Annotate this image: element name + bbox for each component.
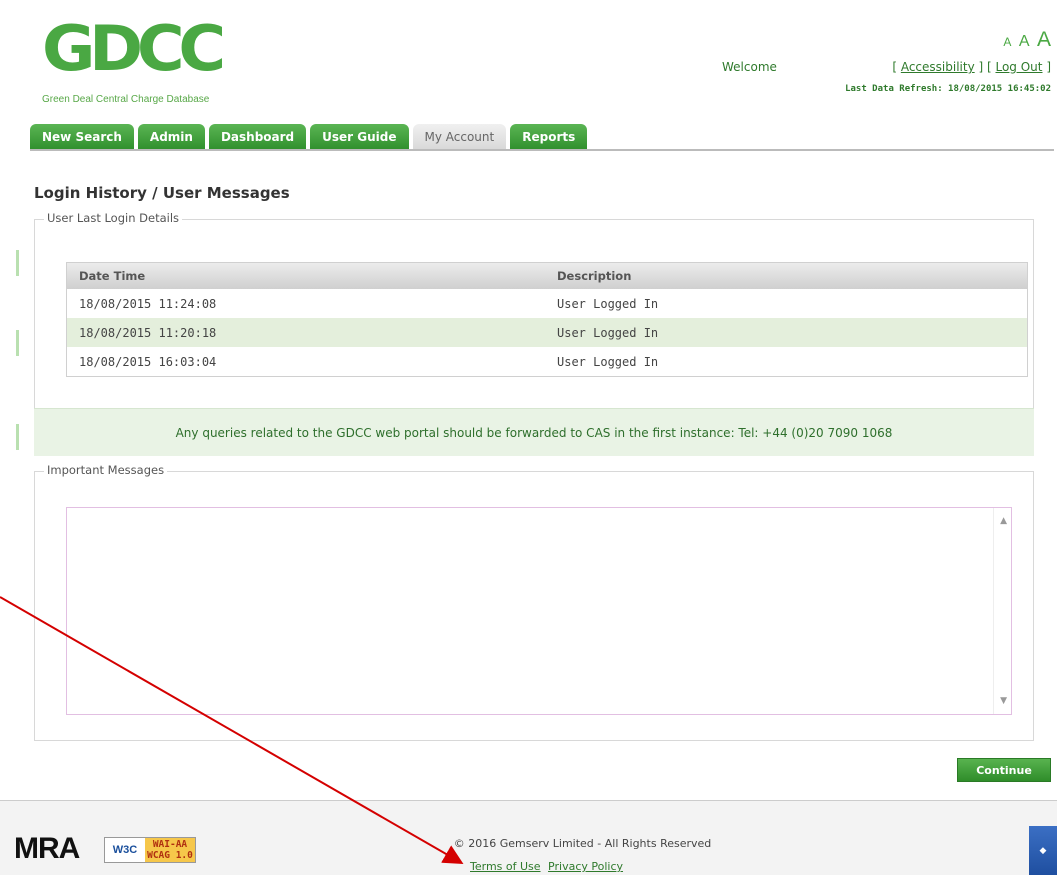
cell-description: User Logged In (557, 325, 659, 340)
scroll-up-icon[interactable]: ▲ (1000, 516, 1007, 526)
tab-admin[interactable]: Admin (137, 124, 205, 150)
left-edge-decoration (16, 424, 19, 450)
login-details-legend: User Last Login Details (44, 211, 183, 225)
left-edge-decoration (16, 250, 19, 276)
table-row[interactable]: 18/08/2015 11:24:08 User Logged In (67, 289, 1027, 318)
font-size-medium[interactable]: A (1019, 33, 1030, 50)
tab-my-account[interactable]: My Account (412, 124, 507, 150)
last-data-refresh: Last Data Refresh: 18/08/2015 16:45:02 (845, 84, 1051, 94)
copyright-label: © 2016 Gemserv Limited - All Rights Rese… (453, 837, 712, 850)
copyright-text: © 2016 Gemserv Limited - All Rights Rese… (0, 837, 1057, 850)
cell-description: User Logged In (557, 354, 659, 369)
cas-query-notice: Any queries related to the GDCC web port… (34, 408, 1034, 456)
logout-link[interactable]: Log Out (995, 60, 1042, 74)
cell-description: User Logged In (557, 296, 659, 311)
tab-dashboard[interactable]: Dashboard (208, 124, 307, 150)
scroll-down-icon[interactable]: ▼ (1000, 696, 1007, 706)
logo-mark: GDCC (42, 12, 226, 85)
privacy-policy-link[interactable]: Privacy Policy (548, 860, 623, 873)
cell-date-time: 18/08/2015 11:20:18 (79, 325, 217, 340)
table-header: Date Time Description (67, 263, 1027, 289)
messages-scrollbar[interactable]: ▲ ▼ (993, 508, 1011, 714)
table-row[interactable]: 18/08/2015 11:20:18 User Logged In (67, 318, 1027, 347)
left-edge-decoration (16, 330, 19, 356)
font-size-small[interactable]: A (1003, 35, 1011, 49)
login-history-table: Date Time Description 18/08/2015 11:24:0… (66, 262, 1028, 377)
page-title: Login History / User Messages (34, 184, 290, 202)
welcome-text: Welcome (722, 60, 777, 74)
wcag-version: WCAG 1.0 (147, 850, 193, 861)
partner-logo: ◆ (1029, 826, 1057, 875)
table-row[interactable]: 18/08/2015 16:03:04 User Logged In (67, 347, 1027, 376)
terms-of-use-link[interactable]: Terms of Use (470, 860, 541, 873)
column-header-description[interactable]: Description (557, 269, 1027, 283)
continue-button[interactable]: Continue (957, 758, 1051, 782)
important-messages-legend: Important Messages (44, 463, 168, 477)
column-header-date-time[interactable]: Date Time (67, 269, 557, 283)
tab-reports[interactable]: Reports (510, 124, 588, 150)
font-size-controls: A A A (1000, 28, 1051, 52)
footer-links: Terms of Use Privacy Policy (470, 860, 627, 873)
cell-date-time: 18/08/2015 11:24:08 (79, 296, 217, 311)
main-tabs: New Search Admin Dashboard User Guide My… (30, 124, 588, 150)
important-messages-textarea[interactable]: ▲ ▼ (66, 507, 1012, 715)
cell-date-time: 18/08/2015 16:03:04 (79, 354, 217, 369)
tab-new-search[interactable]: New Search (30, 124, 134, 150)
gdcc-logo: GDCC Green Deal Central Charge Database (42, 14, 226, 106)
tab-user-guide[interactable]: User Guide (310, 124, 409, 150)
top-links: [ Accessibility ] [ Log Out ] (892, 60, 1051, 74)
accessibility-link[interactable]: Accessibility (901, 60, 975, 74)
font-size-large[interactable]: A (1037, 28, 1051, 51)
logo-subtitle: Green Deal Central Charge Database (42, 94, 210, 105)
tab-divider (30, 149, 1054, 151)
